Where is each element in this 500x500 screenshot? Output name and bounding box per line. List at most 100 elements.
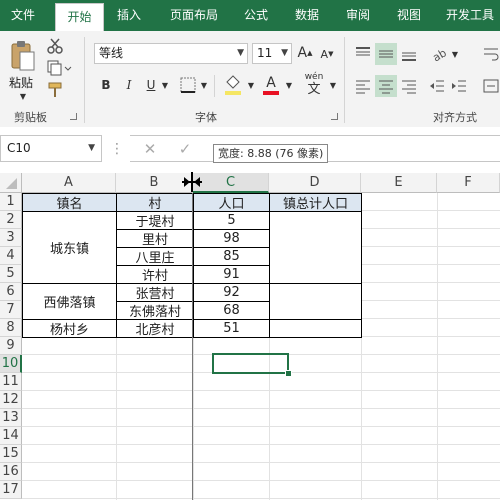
population-cell[interactable]: 5: [193, 211, 270, 230]
village-cell[interactable]: 于堤村: [116, 211, 194, 230]
copy-icon[interactable]: [45, 59, 73, 77]
chevron-down-icon[interactable]: ▼: [237, 44, 244, 63]
align-right-icon[interactable]: [398, 75, 420, 97]
phonetic-dropdown-icon[interactable]: ▼: [328, 77, 338, 93]
orientation-dropdown-icon[interactable]: ▼: [450, 47, 460, 61]
borders-icon[interactable]: [178, 75, 198, 95]
paste-icon[interactable]: [8, 39, 38, 73]
paste-dropdown-icon[interactable]: ▼: [18, 91, 28, 101]
wrap-text-icon[interactable]: [482, 43, 500, 65]
population-cell[interactable]: 68: [193, 301, 270, 320]
town-cell[interactable]: 杨村乡: [22, 319, 117, 338]
align-top-icon[interactable]: [352, 43, 374, 65]
tab-file[interactable]: 文件: [0, 0, 46, 31]
tab-developer[interactable]: 开发工具: [440, 0, 500, 31]
village-cell[interactable]: 八里庄: [116, 247, 194, 266]
population-cell[interactable]: 51: [193, 319, 270, 338]
tab-data[interactable]: 数据: [287, 0, 327, 31]
population-cell[interactable]: 85: [193, 247, 270, 266]
village-cell[interactable]: 里村: [116, 229, 194, 248]
font-name-combo[interactable]: 等线 ▼: [94, 43, 248, 64]
tab-formulas[interactable]: 公式: [236, 0, 276, 31]
column-header[interactable]: A: [22, 173, 116, 193]
text-orientation-icon[interactable]: ab: [430, 43, 450, 65]
population-cell[interactable]: 92: [193, 283, 270, 302]
tab-review[interactable]: 审阅: [338, 0, 378, 31]
underline-dropdown-icon[interactable]: ▼: [160, 77, 170, 93]
fill-color-icon[interactable]: [222, 73, 244, 97]
header-cell-population[interactable]: 人口: [193, 193, 270, 212]
row-header[interactable]: 16: [0, 463, 22, 481]
column-header[interactable]: E: [361, 173, 437, 193]
font-size-combo[interactable]: 11 ▼: [252, 43, 292, 64]
town-cell[interactable]: 西佛落镇: [22, 283, 117, 320]
village-cell[interactable]: 北彦村: [116, 319, 194, 338]
chevron-down-icon[interactable]: ▼: [281, 44, 288, 63]
population-cell[interactable]: 91: [193, 265, 270, 284]
clipboard-launcher-icon[interactable]: [70, 113, 77, 120]
village-cell[interactable]: 张营村: [116, 283, 194, 302]
select-all-button[interactable]: [0, 173, 22, 193]
village-cell[interactable]: 许村: [116, 265, 194, 284]
enter-icon[interactable]: ✓: [176, 139, 194, 159]
paste-button[interactable]: 粘贴: [9, 74, 33, 91]
town-cell[interactable]: 城东镇: [22, 211, 117, 284]
decrease-indent-icon[interactable]: [428, 75, 446, 97]
cut-icon[interactable]: [45, 37, 65, 55]
phonetic-guide-button[interactable]: wén 文: [302, 71, 326, 99]
population-cell[interactable]: 98: [193, 229, 270, 248]
row-header[interactable]: 14: [0, 427, 22, 445]
town-total-cell[interactable]: [269, 319, 362, 338]
grow-font-button[interactable]: A ▲: [296, 43, 314, 63]
merge-center-icon[interactable]: [482, 75, 500, 97]
increase-indent-icon[interactable]: [450, 75, 468, 97]
tab-home[interactable]: 开始: [55, 3, 104, 31]
more-options-icon[interactable]: ⋮: [110, 139, 124, 159]
cancel-icon[interactable]: ✕: [141, 139, 159, 159]
borders-dropdown-icon[interactable]: ▼: [199, 77, 209, 93]
row-header[interactable]: 13: [0, 409, 22, 427]
row-header[interactable]: 1: [0, 193, 22, 211]
column-header[interactable]: D: [269, 173, 361, 193]
align-middle-icon[interactable]: [375, 43, 397, 65]
underline-button[interactable]: U: [143, 75, 159, 95]
format-painter-icon[interactable]: [45, 81, 65, 99]
row-header[interactable]: 10: [0, 355, 22, 373]
header-cell-village[interactable]: 村: [116, 193, 194, 212]
row-header[interactable]: 2: [0, 211, 22, 229]
row-header[interactable]: 6: [0, 283, 22, 301]
row-header[interactable]: 7: [0, 301, 22, 319]
name-box[interactable]: C10 ▼: [0, 135, 102, 162]
bold-button[interactable]: B: [98, 75, 114, 95]
column-header[interactable]: C: [193, 173, 269, 193]
column-header[interactable]: F: [437, 173, 500, 193]
active-cell[interactable]: [212, 353, 289, 374]
font-color-button[interactable]: A: [260, 73, 282, 97]
fill-handle[interactable]: [285, 370, 292, 377]
chevron-down-icon[interactable]: ▼: [88, 136, 95, 161]
town-total-cell[interactable]: [269, 211, 362, 284]
align-center-icon[interactable]: [375, 75, 397, 97]
header-cell-town[interactable]: 镇名: [22, 193, 117, 212]
shrink-font-button[interactable]: A ▼: [318, 45, 336, 63]
row-header[interactable]: 5: [0, 265, 22, 283]
town-total-cell[interactable]: [269, 283, 362, 320]
tab-view[interactable]: 视图: [389, 0, 429, 31]
font-color-dropdown-icon[interactable]: ▼: [284, 77, 294, 93]
align-left-icon[interactable]: [352, 75, 374, 97]
village-cell[interactable]: 东佛落村: [116, 301, 194, 320]
row-header[interactable]: 9: [0, 337, 22, 355]
row-header[interactable]: 17: [0, 481, 22, 499]
tab-page-layout[interactable]: 页面布局: [163, 0, 225, 31]
align-bottom-icon[interactable]: [398, 43, 420, 65]
row-header[interactable]: 8: [0, 319, 22, 337]
row-header[interactable]: 12: [0, 391, 22, 409]
header-cell-town-total[interactable]: 镇总计人口: [269, 193, 362, 212]
tab-insert[interactable]: 插入: [108, 0, 150, 31]
row-header[interactable]: 11: [0, 373, 22, 391]
font-launcher-icon[interactable]: [331, 113, 338, 120]
italic-button[interactable]: I: [121, 75, 137, 95]
fill-color-dropdown-icon[interactable]: ▼: [246, 77, 256, 93]
row-header[interactable]: 15: [0, 445, 22, 463]
row-header[interactable]: 3: [0, 229, 22, 247]
